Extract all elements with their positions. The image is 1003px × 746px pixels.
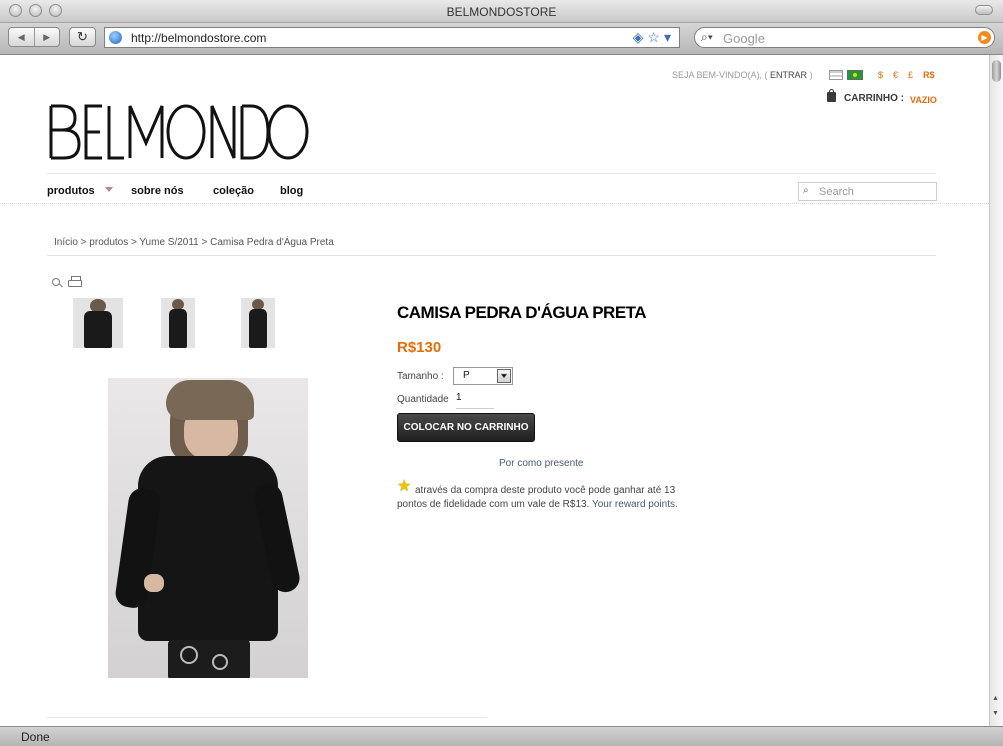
address-bar-icons: ◈☆▾ <box>633 29 675 46</box>
image-bottom-divider <box>47 717 487 718</box>
globe-icon <box>109 31 122 44</box>
reward-points-link[interactable]: Your reward points. <box>592 499 678 510</box>
cart-icon[interactable] <box>827 89 836 102</box>
status-bar: Done <box>0 726 1003 746</box>
currency-brl[interactable]: R$ <box>923 70 935 80</box>
cart-label[interactable]: CARRINHO : <box>844 93 904 104</box>
back-button[interactable]: ◀ <box>9 28 34 46</box>
header-divider <box>47 173 936 174</box>
url-text[interactable]: http://belmondostore.com <box>131 31 266 45</box>
nav-colecao[interactable]: coleção <box>213 185 254 197</box>
cart-status[interactable]: VAZIO <box>910 95 937 105</box>
size-select[interactable]: P <box>453 367 513 385</box>
loyalty-text: através da compra deste produto você pod… <box>397 484 695 512</box>
product-thumbnail-3[interactable] <box>241 298 275 348</box>
forward-button[interactable]: ▶ <box>33 28 60 46</box>
search-icon: ⌕ <box>803 185 809 196</box>
reload-icon: ↻ <box>77 29 88 44</box>
toolbar-toggle-button[interactable] <box>975 5 993 15</box>
currency-selector: $ € £ R$ <box>878 70 935 80</box>
gift-link[interactable]: Por como presente <box>499 458 584 469</box>
size-label: Tamanho : <box>397 371 444 382</box>
site-search-placeholder: Search <box>819 186 854 198</box>
chevron-down-icon[interactable] <box>497 369 511 383</box>
product-main-image[interactable] <box>108 378 308 678</box>
reload-button[interactable]: ↻ <box>69 27 96 47</box>
search-icon[interactable]: ⌕▾ <box>701 30 713 45</box>
breadcrumb[interactable]: Início > produtos > Yume S/2011 > Camisa… <box>54 237 334 248</box>
currency-eur[interactable]: € <box>893 70 898 80</box>
product-thumbnail-2[interactable] <box>161 298 195 348</box>
breadcrumb-divider <box>47 255 936 256</box>
back-arrow-icon: ◀ <box>17 31 25 42</box>
quantity-input[interactable]: 1 <box>456 392 494 409</box>
login-link[interactable]: ENTRAR <box>770 70 807 80</box>
web-page: SEJA BEM-VINDO(A), ( ENTRAR ) $ € £ R$ C… <box>0 55 989 726</box>
address-bar[interactable]: http://belmondostore.com ◈☆▾ <box>104 27 680 48</box>
welcome-label: SEJA BEM-VINDO(A), ( <box>672 70 768 80</box>
browser-toolbar: ◀ ▶ ↻ http://belmondostore.com ◈☆▾ ⌕▾ Go… <box>0 23 1003 55</box>
size-select-value: P <box>463 370 470 381</box>
belmondo-logo[interactable] <box>48 103 310 161</box>
welcome-text: SEJA BEM-VINDO(A), ( ENTRAR ) <box>672 70 813 80</box>
scroll-down-icon[interactable]: ▼ <box>992 710 999 717</box>
quantity-label: Quantidade <box>397 394 449 405</box>
browser-search-field[interactable]: ⌕▾ Google ▶ <box>694 27 995 48</box>
vertical-scrollbar[interactable]: ▲ ▼ <box>989 55 1003 726</box>
url-dropdown-icon[interactable]: ▾ <box>664 29 675 45</box>
nav-blog[interactable]: blog <box>280 185 303 197</box>
scrollbar-thumb[interactable] <box>992 60 1001 82</box>
bookmark-star-icon[interactable]: ☆ <box>647 29 664 45</box>
status-text: Done <box>21 730 50 744</box>
zoom-icon[interactable] <box>52 278 60 286</box>
site-search-input[interactable]: ⌕ Search <box>798 182 937 201</box>
scroll-up-icon[interactable]: ▲ <box>992 695 999 702</box>
nav-produtos[interactable]: produtos <box>47 185 95 197</box>
english-flag-icon[interactable] <box>829 70 843 80</box>
print-icon[interactable] <box>68 276 82 287</box>
rss-icon[interactable]: ◈ <box>633 29 648 45</box>
welcome-paren: ) <box>809 70 813 80</box>
history-buttons: ◀ ▶ <box>8 27 60 47</box>
product-price: R$130 <box>397 339 442 356</box>
currency-usd[interactable]: $ <box>878 70 883 80</box>
product-thumbnail-1[interactable] <box>73 298 123 348</box>
window-title: BELMONDOSTORE <box>446 5 557 19</box>
chevron-down-icon[interactable] <box>105 187 113 192</box>
nav-dotted-divider <box>0 203 989 204</box>
product-title: CAMISA PEDRA D'ÁGUA PRETA <box>397 303 647 322</box>
forward-arrow-icon: ▶ <box>43 31 51 42</box>
brazil-flag-icon[interactable] <box>847 70 863 80</box>
currency-gbp[interactable]: £ <box>908 70 913 80</box>
window-titlebar: BELMONDOSTORE <box>0 0 1003 23</box>
browser-search-placeholder: Google <box>723 31 765 46</box>
search-go-icon[interactable]: ▶ <box>978 31 991 44</box>
nav-sobre-nos[interactable]: sobre nós <box>131 185 184 197</box>
add-to-cart-button[interactable]: COLOCAR NO CARRINHO <box>397 413 535 442</box>
